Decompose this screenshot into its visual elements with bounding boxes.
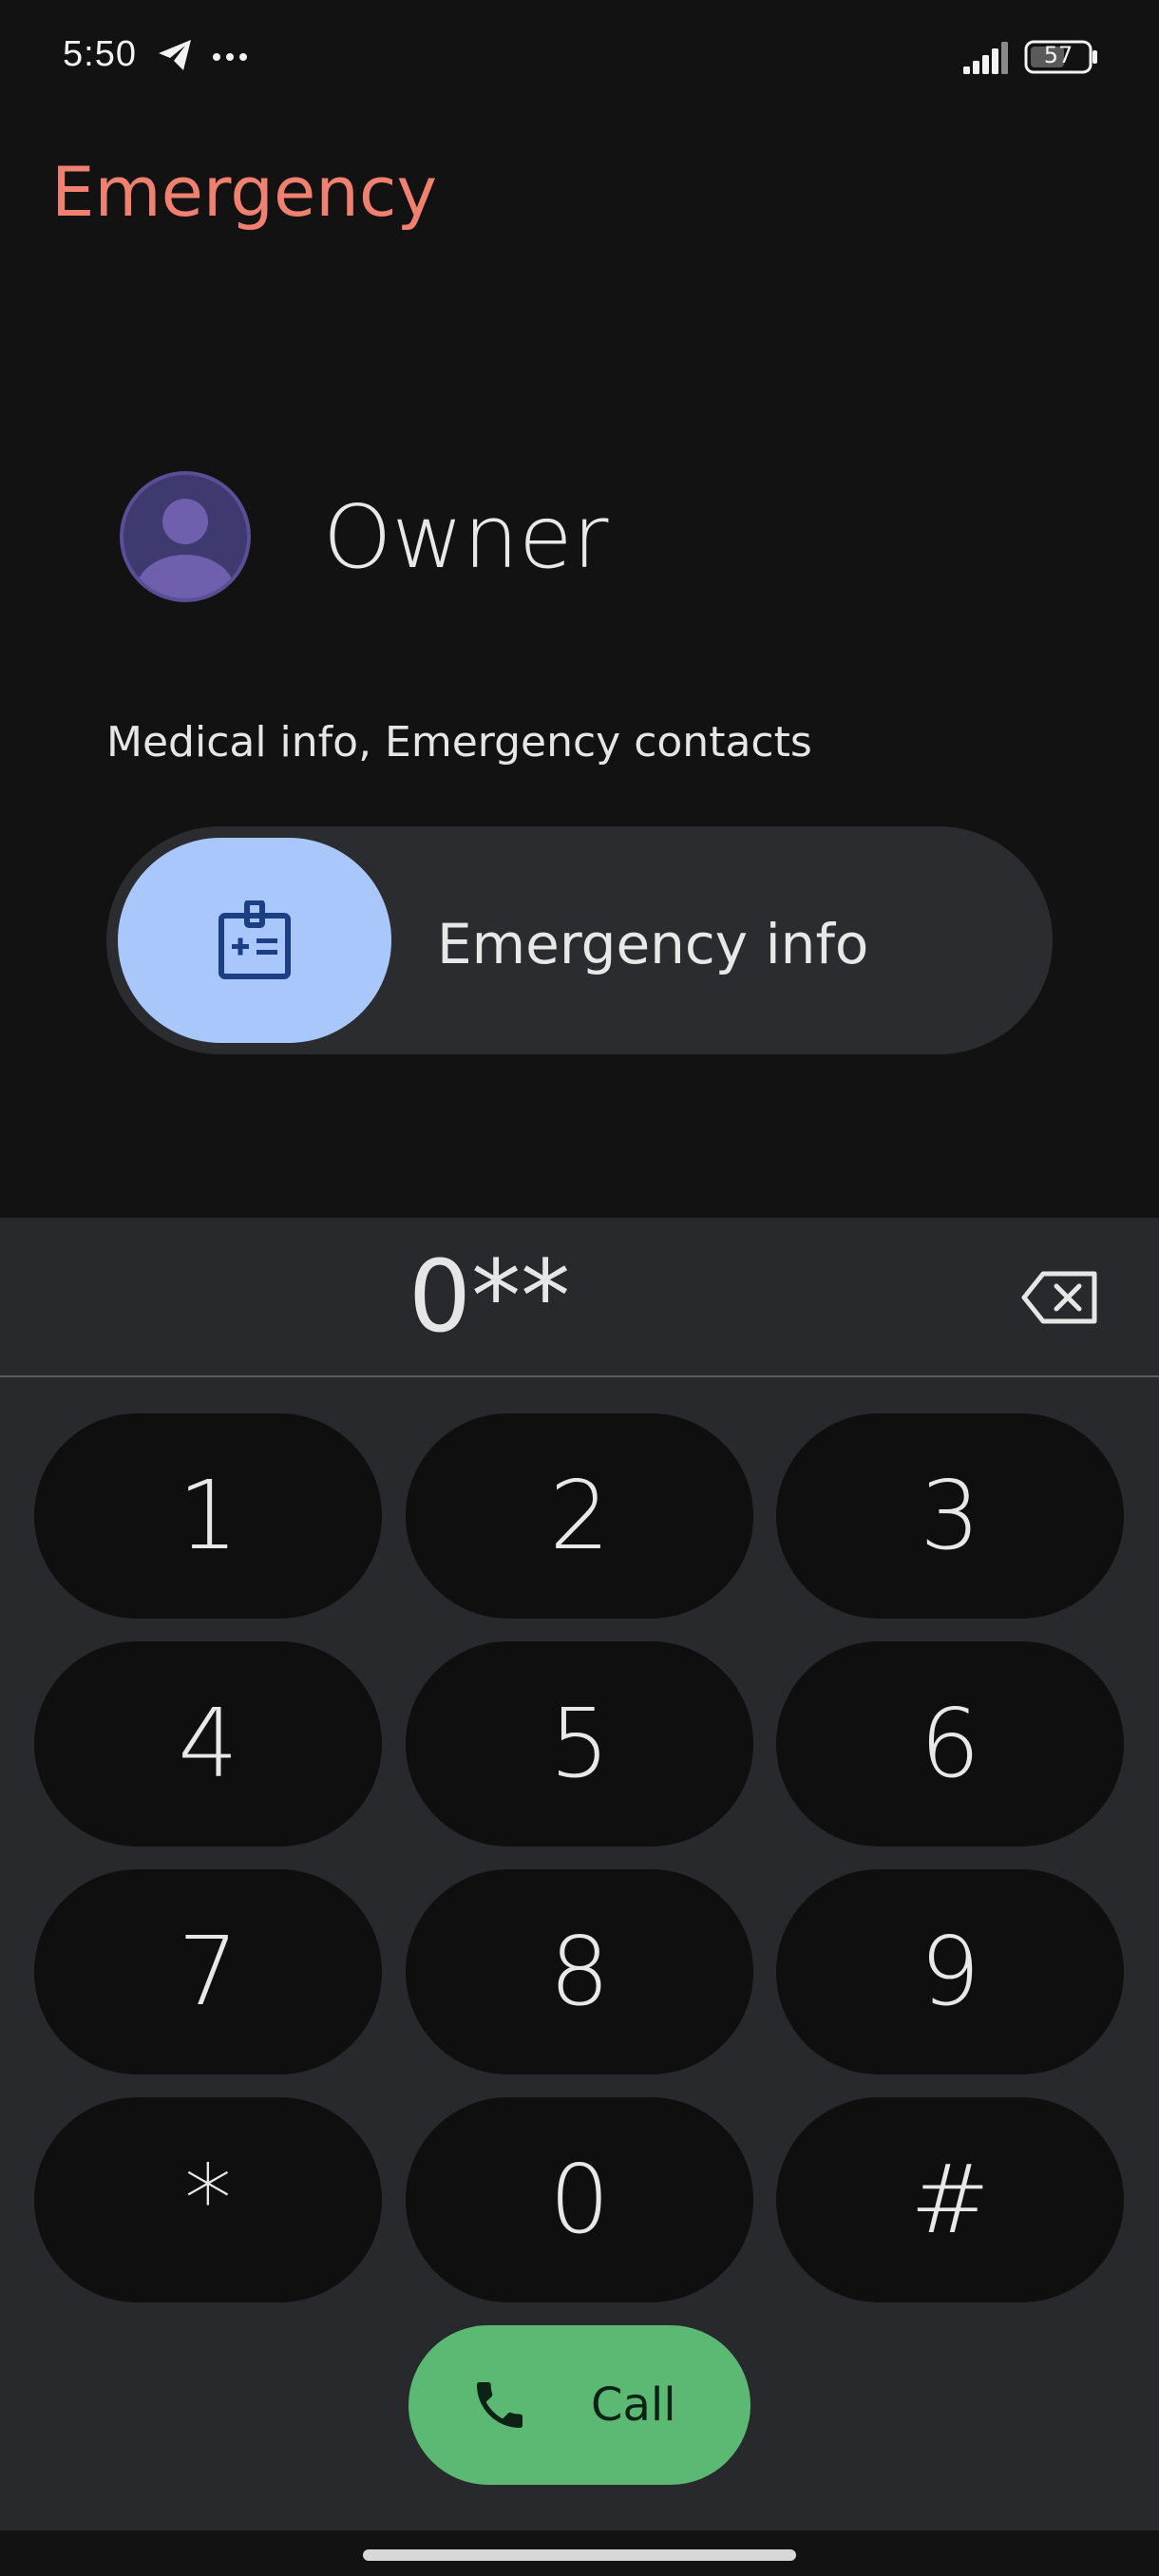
page-title: Emergency <box>51 152 438 232</box>
dial-key-0[interactable]: 0 <box>406 2097 753 2302</box>
dial-key-2[interactable]: 2 <box>406 1413 753 1619</box>
dial-key-9[interactable]: 9 <box>776 1869 1124 2074</box>
emergency-info-label: Emergency info <box>437 912 869 976</box>
medical-id-icon <box>218 900 291 979</box>
status-bar: 5:50 57 <box>0 0 1159 114</box>
dial-key-7[interactable]: 7 <box>34 1869 382 2074</box>
medical-info-subtitle: Medical info, Emergency contacts <box>106 718 812 767</box>
call-label: Call <box>591 2378 676 2432</box>
phone-icon <box>477 2382 522 2428</box>
dial-key-4[interactable]: 4 <box>34 1641 382 1847</box>
more-dots-icon <box>211 38 249 81</box>
owner-name: Owner <box>323 486 609 588</box>
emergency-info-thumb[interactable] <box>118 838 391 1043</box>
dial-key-8[interactable]: 8 <box>406 1869 753 2074</box>
call-button[interactable]: Call <box>408 2325 750 2485</box>
dial-key-hash[interactable]: # <box>776 2097 1124 2302</box>
home-indicator[interactable] <box>363 2549 796 2561</box>
backspace-icon[interactable] <box>1020 1269 1100 1326</box>
emergency-info-button[interactable]: Emergency info <box>106 826 1053 1054</box>
digits-divider <box>0 1375 1159 1377</box>
telegram-icon <box>156 36 194 79</box>
dial-key-3[interactable]: 3 <box>776 1413 1124 1619</box>
battery-level: 57 <box>1043 42 1074 68</box>
dial-key-6[interactable]: 6 <box>776 1641 1124 1847</box>
dial-key-5[interactable]: 5 <box>406 1641 753 1847</box>
dial-key-1[interactable]: 1 <box>34 1413 382 1619</box>
person-avatar-icon <box>118 469 253 609</box>
signal-icon <box>961 38 1015 81</box>
dialed-number-display[interactable]: 0** <box>0 1218 978 1375</box>
dial-key-star[interactable]: * <box>34 2097 382 2302</box>
status-time: 5:50 <box>63 34 137 74</box>
